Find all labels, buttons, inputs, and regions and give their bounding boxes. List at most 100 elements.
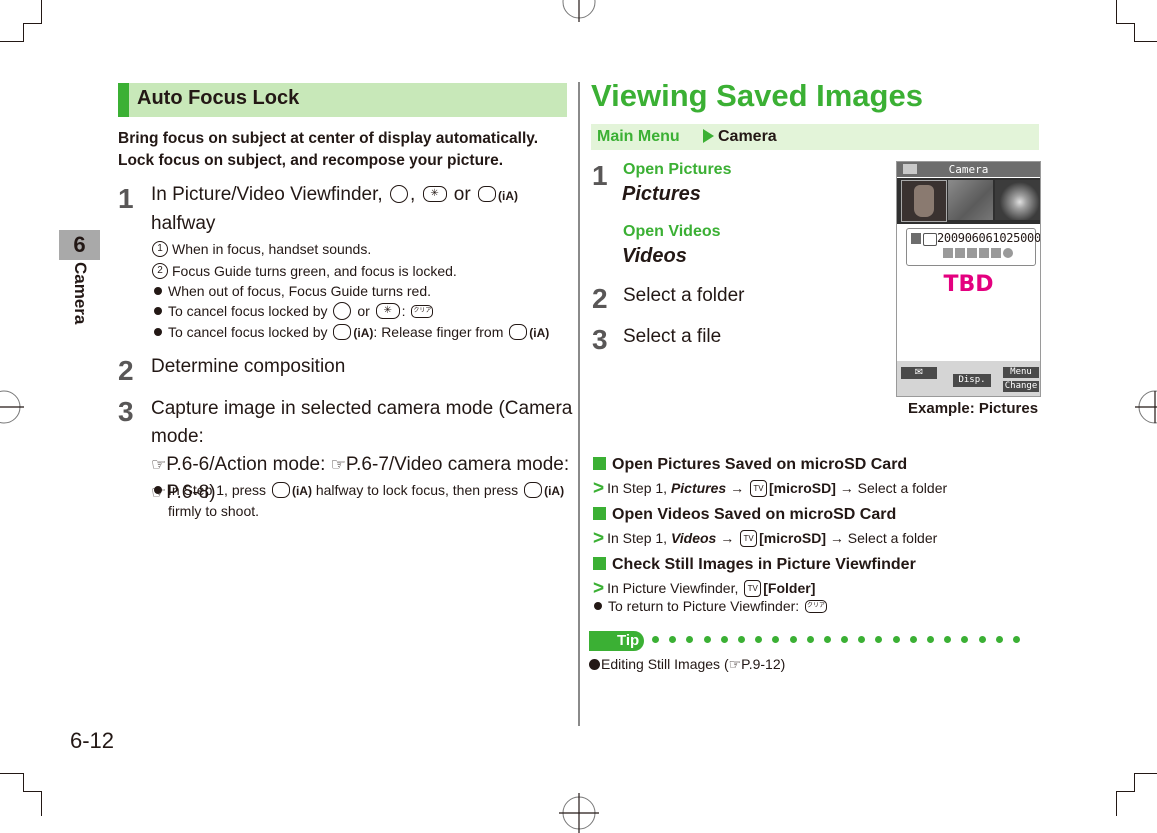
- instruction-text: → Select a folder: [839, 480, 948, 496]
- colon: :: [401, 303, 406, 319]
- breadcrumb-root[interactable]: Main Menu: [597, 128, 680, 146]
- softkey-menu[interactable]: Menu: [1003, 367, 1039, 378]
- ia-key-label: (iA): [291, 484, 312, 498]
- ia-label: iA: [533, 326, 546, 340]
- bullet-icon: [154, 307, 162, 316]
- side-key-icon: [333, 324, 352, 341]
- menu-item-pictures[interactable]: Pictures: [622, 183, 701, 206]
- file-info-box: 2009060610250004: [906, 228, 1040, 266]
- side-key-icon: [509, 324, 528, 341]
- bullet-text: When out of focus, Focus Guide turns red…: [168, 283, 432, 299]
- thumbnail[interactable]: [948, 180, 993, 220]
- dot: [823, 636, 831, 643]
- screen-title-bar: Camera: [897, 162, 1040, 177]
- section-instruction: > In Step 1, Pictures → TV [microSD] → Sel…: [593, 477, 947, 499]
- arrow-marker-icon: >: [593, 478, 605, 499]
- registration-mark: [0, 390, 24, 424]
- tip-text: Editing Still Images (: [601, 656, 729, 672]
- star-key-icon: ✳: [375, 303, 400, 320]
- figure-caption: Example: Pictures: [908, 400, 1039, 417]
- chapter-number-tab: 6: [59, 230, 100, 260]
- arrow-marker-icon: >: [593, 578, 605, 599]
- bullet-text: To cancel focus locked by: [168, 303, 328, 319]
- page-reference-link[interactable]: P.9-12: [741, 656, 780, 672]
- intro-line: Bring focus on subject at center of disp…: [118, 130, 539, 147]
- tv-key-icon: TV: [744, 579, 762, 597]
- step-text: Determine composition: [151, 356, 346, 377]
- dot: [720, 636, 728, 643]
- ia-key-label: (iA): [529, 326, 550, 340]
- bullet-item: In Step 1, press (iA) halfway to lock fo…: [154, 480, 569, 521]
- registration-mark: [559, 793, 599, 833]
- instruction-text: In Step 1,: [607, 530, 668, 546]
- menu-item: Videos: [670, 530, 717, 546]
- softkey-mail[interactable]: ✉: [901, 367, 937, 379]
- section-intro: Bring focus on subject at center of disp…: [118, 128, 568, 172]
- clear-key-icon: クリア: [805, 599, 828, 613]
- dot: [995, 636, 1003, 643]
- dot: [961, 636, 969, 643]
- globe-icon: [1003, 248, 1013, 258]
- bullet-item: When out of focus, Focus Guide turns red…: [154, 281, 431, 301]
- separator: ,: [409, 184, 416, 205]
- dot: [755, 636, 763, 643]
- dot: [789, 636, 797, 643]
- note-text: When in focus, handset sounds.: [172, 241, 372, 257]
- step-number: 3: [118, 396, 134, 427]
- header-accent-bar: [118, 83, 129, 117]
- softkey-disp[interactable]: Disp.: [953, 374, 991, 387]
- tip-text: ): [780, 656, 786, 672]
- softkey-change[interactable]: Change: [1003, 381, 1039, 392]
- dot: [892, 636, 900, 643]
- dog-photo: [914, 185, 934, 217]
- step-number: 1: [592, 160, 608, 191]
- page-title: Viewing Saved Images: [591, 78, 923, 113]
- step-subtitle: Open Pictures: [623, 161, 732, 178]
- reference-icon: ☞: [151, 455, 167, 474]
- menu-target: [Folder]: [763, 580, 816, 596]
- side-key-icon: [524, 482, 543, 499]
- mail-icon: [955, 248, 965, 258]
- dot: [978, 636, 986, 643]
- tip-dotted-rule: [652, 636, 1020, 643]
- reference-icon: ☞: [330, 455, 346, 474]
- page-reference-link[interactable]: P.6-7/Video camera mode:: [346, 454, 569, 475]
- bullet-text: firmly to shoot.: [168, 503, 260, 519]
- note-2: 2 Focus Guide turns green, and focus is l…: [152, 261, 457, 281]
- arrow-marker-icon: >: [593, 528, 605, 549]
- section-heading: Open Pictures Saved on microSD Card: [593, 456, 907, 474]
- tv-key-icon: TV: [740, 529, 758, 547]
- page-reference-link[interactable]: P.6-6/Action mode:: [166, 454, 325, 475]
- dot: [927, 636, 934, 643]
- section-title: Auto Focus Lock: [137, 87, 300, 109]
- breadcrumb-arrow-icon: [703, 129, 714, 143]
- page-number: 6-12: [70, 728, 115, 753]
- bullet-item: To return to Picture Viewfinder: クリア: [594, 598, 829, 614]
- section-heading-text: Check Still Images in Picture Viewfinder: [612, 556, 916, 573]
- step-text-part: In Picture/Video Viewfinder,: [151, 184, 383, 205]
- dot: [686, 636, 694, 643]
- crop-mark: [1134, 23, 1157, 42]
- thumbnail-selected[interactable]: [901, 180, 947, 222]
- dot: [703, 636, 711, 643]
- tv-key-icon: TV: [749, 479, 767, 497]
- ia-key-label: (iA): [353, 326, 374, 340]
- thumbnail[interactable]: [995, 180, 1040, 220]
- dot: [772, 636, 780, 643]
- step-number: 2: [592, 283, 608, 314]
- dot: [737, 636, 745, 643]
- placeholder-text: TBD: [943, 272, 994, 297]
- bullet-item: To cancel focus locked by or ✳: クリア: [154, 301, 435, 321]
- breadcrumb-item[interactable]: Camera: [718, 128, 777, 146]
- chapter-label: Camera: [64, 262, 94, 332]
- breadcrumb: Main Menu Camera: [591, 124, 1039, 150]
- or-text: or: [357, 303, 370, 319]
- menu-item-videos[interactable]: Videos: [622, 245, 687, 268]
- instruction-text: In Step 1,: [607, 480, 668, 496]
- ia-label: iA: [295, 484, 308, 498]
- crop-mark: [1134, 773, 1157, 792]
- sd-icon: [991, 248, 1001, 258]
- status-icon: [943, 248, 953, 258]
- chapter-label-text: Camera: [71, 262, 90, 325]
- circled-number-icon: 1: [152, 241, 168, 258]
